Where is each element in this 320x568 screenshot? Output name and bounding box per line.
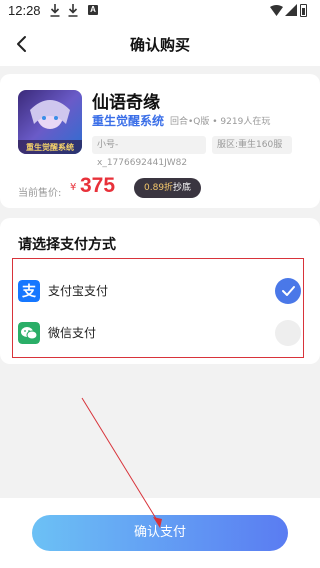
payment-option-label: 微信支付 [48,326,97,340]
payment-method-card: 请选择支付方式 支 支付宝支付 微信支付 [0,218,320,364]
server-tag: 服区:重生160服 [212,136,292,154]
nav-bar: 确认购买 [0,22,320,66]
svg-text:支: 支 [21,283,37,300]
game-info-card: 重生觉醒系统 仙语奇缘 重生觉醒系统 回合•Q版 • 9219人在玩 小号-x_… [0,74,320,208]
radio-selected[interactable] [275,278,301,304]
price-label: 当前售价: [18,188,62,199]
download-icon [50,4,60,17]
status-bar: 12:28 A [0,0,320,22]
payment-section-title: 请选择支付方式 [18,237,116,253]
payment-option-alipay[interactable]: 支 支付宝支付 [18,276,302,308]
battery-icon [300,4,307,17]
wifi-icon [270,5,283,16]
radio-unselected[interactable] [275,320,301,346]
check-icon [282,286,295,296]
cover-title-text: 重生觉醒系统 [26,142,74,152]
page-title: 确认购买 [129,36,190,54]
wechat-icon [18,322,40,344]
discount-badge: 0.89折抄底 [134,178,202,198]
notification-a-icon: A [88,5,98,15]
payment-option-wechat[interactable]: 微信支付 [18,318,302,350]
payment-option-label: 支付宝支付 [48,284,109,298]
account-tag: 小号-x_1776692441JW82 [92,136,206,168]
game-subtitle: 重生觉醒系统 [92,114,165,128]
bottom-bar: 确认支付 [0,498,320,568]
confirm-payment-button[interactable]: 确认支付 [32,515,288,551]
alipay-icon: 支 [18,280,40,302]
currency-symbol: ¥ [70,182,77,193]
download-icon [68,4,78,17]
discount-suffix: 抄底 [173,183,192,193]
status-time: 12:28 [8,3,41,18]
price-value: 375 [80,174,116,197]
discount-value: 0.89折 [144,183,174,193]
game-cover-image: 重生觉醒系统 [18,90,82,154]
game-name: 仙语奇缘 [92,93,160,113]
game-meta: 回合•Q版 • 9219人在玩 [170,117,271,127]
cellular-signal-icon [285,4,297,16]
